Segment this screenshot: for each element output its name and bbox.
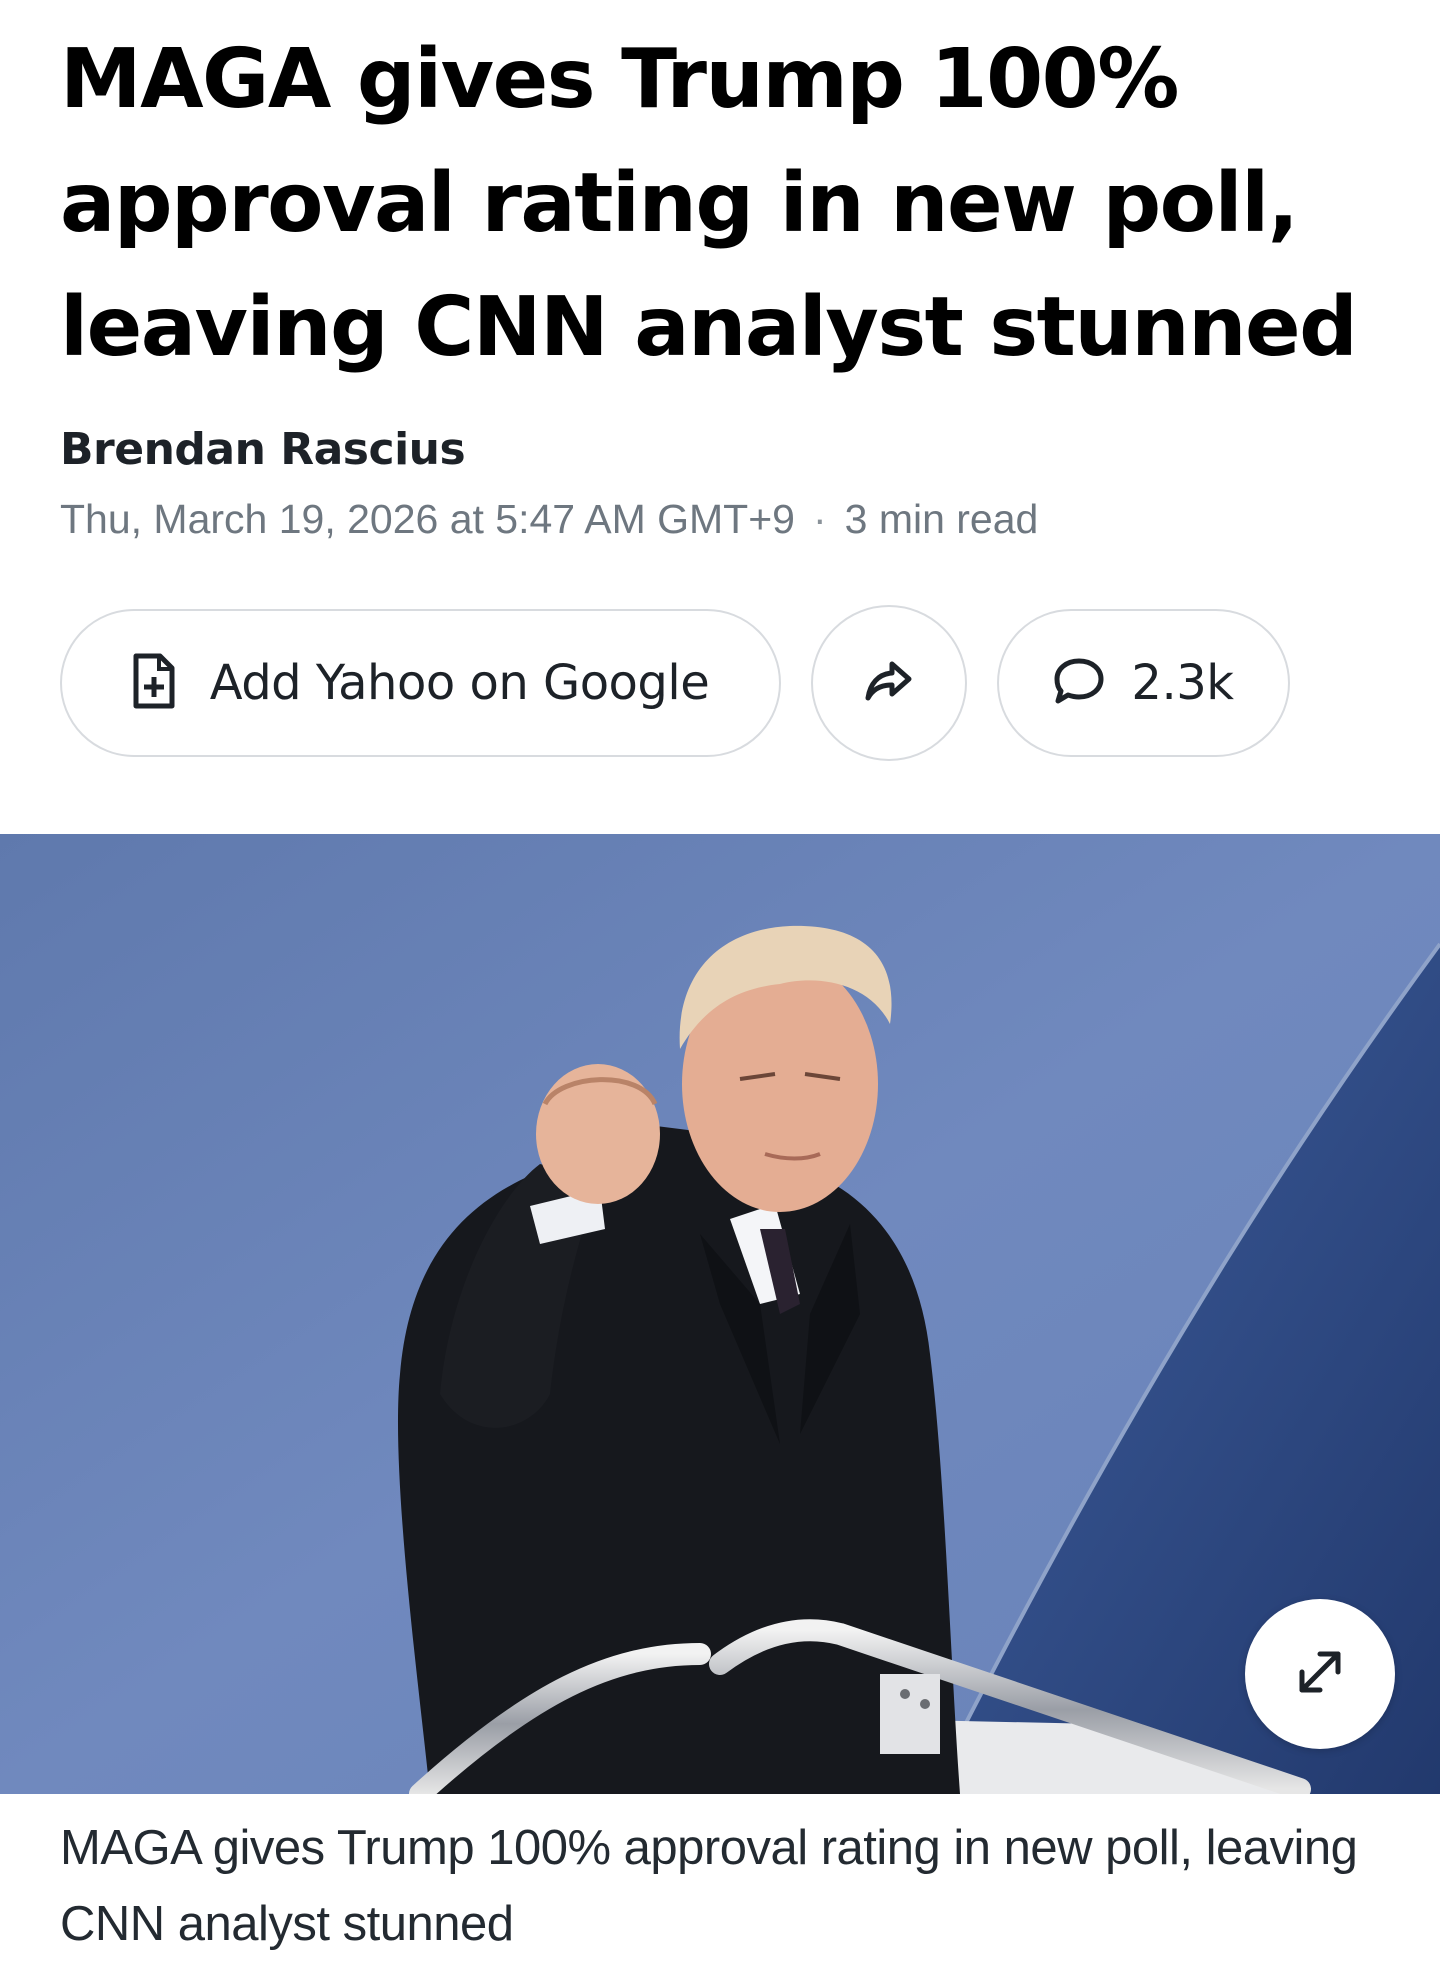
meta-separator: · bbox=[812, 496, 827, 542]
add-yahoo-on-google-button[interactable]: Add Yahoo on Google bbox=[60, 609, 781, 757]
comment-bubble-icon bbox=[1053, 657, 1105, 710]
add-yahoo-on-google-label: Add Yahoo on Google bbox=[209, 655, 710, 711]
article-photo[interactable] bbox=[0, 834, 1440, 1794]
expand-icon bbox=[1290, 1642, 1350, 1707]
photo-illustration bbox=[0, 834, 1440, 1794]
expand-image-button[interactable] bbox=[1245, 1599, 1395, 1749]
article-page: MAGA gives Trump 100% approval rating in… bbox=[0, 0, 1440, 1988]
share-arrow-icon bbox=[864, 659, 914, 708]
share-button[interactable] bbox=[811, 605, 967, 761]
article-meta: Thu, March 19, 2026 at 5:47 AM GMT+9 · 3 m… bbox=[60, 496, 1038, 543]
photo-caption: MAGA gives Trump 100% approval rating in… bbox=[60, 1821, 1358, 1951]
add-document-icon bbox=[132, 653, 176, 714]
comment-count: 2.3k bbox=[1131, 655, 1234, 711]
article-headline: MAGA gives Trump 100% approval rating in… bbox=[60, 32, 1358, 375]
comments-button[interactable]: 2.3k bbox=[997, 609, 1290, 757]
publish-timestamp: Thu, March 19, 2026 at 5:47 AM GMT+9 bbox=[60, 496, 795, 542]
author-name[interactable]: Brendan Rascius bbox=[60, 424, 466, 475]
read-time: 3 min read bbox=[844, 496, 1039, 542]
